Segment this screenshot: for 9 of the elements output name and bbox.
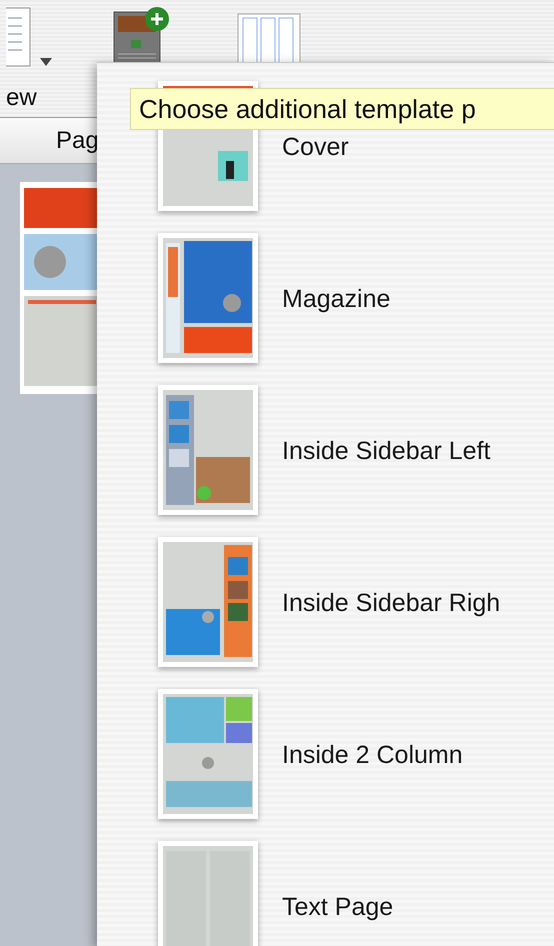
toolbar-label: ew — [6, 84, 37, 112]
tooltip: Choose additional template p — [130, 88, 554, 130]
template-label[interactable]: Inside Sidebar Left — [282, 437, 490, 466]
template-label[interactable]: Text Page — [282, 893, 394, 922]
template-label[interactable]: Inside 2 Column — [282, 741, 463, 770]
template-label[interactable]: Cover — [282, 133, 349, 162]
sidebar-header: Pag — [0, 118, 97, 164]
template-label[interactable]: Magazine — [282, 285, 390, 314]
template-label[interactable]: Inside Sidebar Righ — [282, 589, 500, 618]
